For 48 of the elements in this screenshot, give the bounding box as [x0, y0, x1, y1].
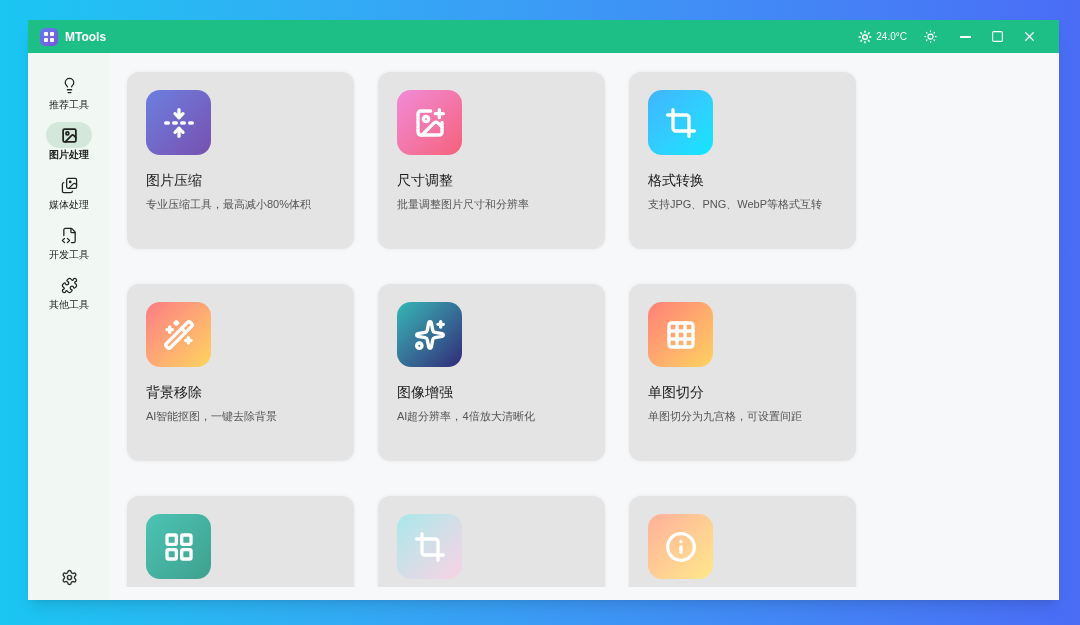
- tool-description: 单图切分为九宫格，可设置间距: [648, 409, 803, 423]
- minimize-icon: [960, 35, 971, 38]
- nav-item-label[interactable]: 图片处理: [49, 148, 89, 162]
- tool-title: 单图切分: [648, 383, 705, 401]
- nav-item-icon-button[interactable]: [46, 122, 92, 148]
- sun-icon: [923, 29, 938, 44]
- tool-description: 专业压缩工具，最高减小80%体积: [146, 197, 313, 211]
- nav-item-label[interactable]: 其他工具: [49, 298, 89, 312]
- nav-item-label[interactable]: 媒体处理: [49, 198, 89, 212]
- tool-card[interactable]: 图片压缩 专业压缩工具，最高减小80%体积: [127, 72, 354, 249]
- weather-sun-icon: [858, 29, 873, 44]
- puzzle-icon: [60, 276, 78, 294]
- app-logo-icon: [40, 27, 58, 46]
- tool-description: 批量调整图片尺寸和分辨率: [397, 197, 530, 211]
- tool-card[interactable]: 背景移除 AI智能抠图，一键去除背景: [127, 284, 354, 461]
- grid-icon: [648, 302, 713, 367]
- compress-arrows-icon: [146, 90, 211, 155]
- tool-description: 支持JPG、PNG、WebP等格式互转: [648, 197, 823, 211]
- close-icon: [1022, 29, 1037, 44]
- nav-item-label[interactable]: 推荐工具: [49, 98, 89, 112]
- images-icon: [60, 176, 78, 194]
- magic-wand-icon: [146, 302, 211, 367]
- grid-icon: [146, 514, 211, 579]
- tool-title: 图片压缩: [146, 171, 203, 189]
- tool-title: 背景移除: [146, 383, 203, 401]
- nav-item-label[interactable]: 开发工具: [49, 248, 89, 262]
- tool-card[interactable]: 单图切分 单图切分为九宫格，可设置间距: [629, 284, 856, 461]
- image-icon: [60, 126, 78, 144]
- tool-card[interactable]: 格式转换 支持JPG、PNG、WebP等格式互转: [629, 72, 856, 249]
- tool-description: AI超分辨率，4倍放大清晰化: [397, 409, 536, 423]
- window-title: MTools: [65, 28, 107, 46]
- sparkles-icon: [397, 302, 462, 367]
- tool-description: AI智能抠图，一键去除背景: [146, 409, 279, 423]
- tool-title: 图像增强: [397, 383, 454, 401]
- tool-card[interactable]: 尺寸调整 批量调整图片尺寸和分辨率: [378, 72, 605, 249]
- theme-toggle-button[interactable]: [921, 27, 940, 46]
- crop-icon: [397, 514, 462, 579]
- info-icon: [648, 514, 713, 579]
- tool-card[interactable]: 图像增强 AI超分辨率，4倍放大清晰化: [378, 284, 605, 461]
- maximize-button[interactable]: [989, 28, 1006, 45]
- tool-title: 尺寸调整: [397, 171, 454, 189]
- tool-title: 格式转换: [648, 171, 705, 189]
- temperature: 24.0°C: [876, 30, 907, 44]
- settings-icon: [60, 569, 78, 586]
- crop-icon: [648, 90, 713, 155]
- image-frame-icon: [397, 90, 462, 155]
- maximize-icon: [991, 30, 1004, 43]
- code-file-icon: [60, 226, 78, 244]
